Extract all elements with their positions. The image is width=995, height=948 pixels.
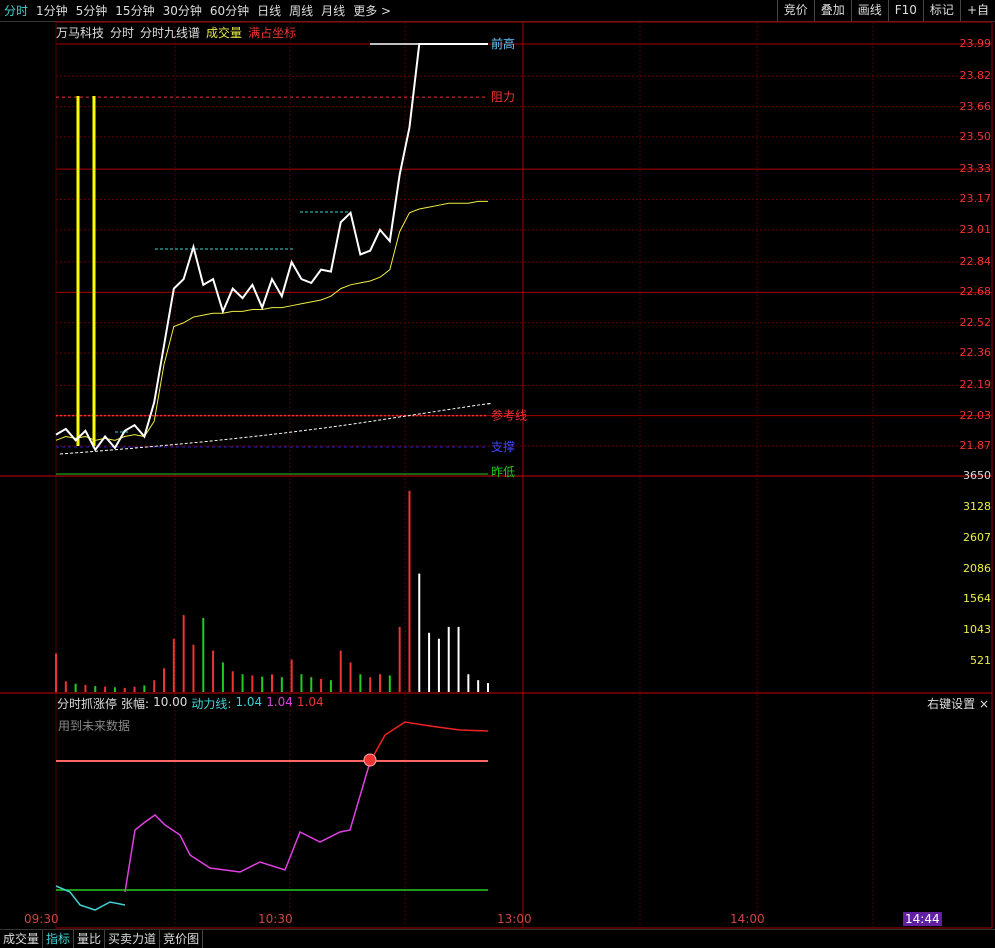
label-high: 前高 — [491, 36, 515, 51]
volume-tick: 2607 — [963, 530, 991, 544]
dl-value-2: 1.04 — [266, 695, 293, 709]
volume-tick: 2086 — [963, 561, 991, 575]
limit-signal-ball — [363, 753, 377, 767]
volume-tick: 1564 — [963, 592, 991, 606]
volume-tick: 521 — [970, 654, 991, 668]
volume-tick: 1043 — [963, 623, 991, 637]
price-tick: 23.01 — [959, 222, 992, 236]
price-tick: 22.36 — [959, 346, 992, 360]
chart-canvas[interactable]: 前高阻力参考线支撑昨低 — [0, 0, 995, 947]
price-tick: 22.03 — [959, 408, 992, 422]
tab-indicator[interactable]: 指标 — [43, 930, 75, 948]
price-tick: 23.17 — [959, 192, 992, 206]
price-tick: 22.52 — [959, 315, 992, 329]
label-ref: 参考线 — [491, 408, 527, 423]
price-tick: 23.66 — [959, 99, 992, 113]
label-resist: 阻力 — [491, 90, 515, 104]
x-tick-1400: 14:00 — [730, 912, 765, 926]
power-line-high — [369, 721, 489, 763]
dl-label: 动力线: — [191, 697, 232, 711]
label-low: 昨低 — [491, 465, 515, 479]
label-support: 支撑 — [491, 439, 515, 454]
price-tick: 23.33 — [959, 162, 992, 176]
indicator-name: 分时抓涨停 — [57, 697, 118, 711]
dl-value-3: 1.04 — [296, 695, 324, 709]
indicator-title: 分时抓涨停 张幅: 10.00 动力线: 1.04 1.04 1.04 — [57, 695, 324, 712]
price-line — [55, 43, 488, 452]
price-tick: 21.87 — [959, 439, 992, 452]
amp-label: 张幅: — [121, 697, 150, 711]
tab-auction-chart[interactable]: 竞价图 — [160, 930, 204, 948]
x-tick-1300: 13:00 — [497, 912, 532, 926]
future-data-note: 用到未来数据 — [58, 719, 131, 733]
price-tick: 23.50 — [959, 129, 992, 143]
bottom-tabs: 成交量 指标 量比 买卖力道 竞价图 — [0, 929, 995, 948]
tab-volume[interactable]: 成交量 — [0, 930, 44, 948]
price-tick: 22.84 — [959, 255, 992, 269]
tab-buy-sell-force[interactable]: 买卖力道 — [105, 930, 161, 948]
amp-value: 10.00 — [153, 695, 188, 709]
close-icon[interactable]: × — [979, 697, 989, 711]
price-tick: 23.99 — [959, 37, 992, 50]
price-tick: 22.68 — [959, 285, 992, 299]
tab-volume-ratio[interactable]: 量比 — [74, 930, 106, 948]
x-tick-1030: 10:30 — [258, 912, 293, 926]
dl-value-1: 1.04 — [235, 695, 263, 709]
volume-tick: 3128 — [963, 499, 991, 513]
right-click-settings[interactable]: 右键设置 × — [927, 695, 989, 712]
x-axis: 09:30 10:30 13:00 14:00 14:44 — [0, 912, 995, 926]
settings-label: 右键设置 — [927, 697, 976, 711]
volume-tick: 3650 — [963, 469, 991, 482]
x-tick-0930: 09:30 — [24, 912, 59, 926]
avg-line — [55, 200, 488, 441]
price-tick: 22.19 — [959, 378, 992, 392]
cursor-time-badge: 14:44 — [903, 912, 942, 926]
power-line-mid — [124, 761, 371, 893]
price-tick: 23.82 — [959, 69, 992, 83]
chart-frame — [55, 21, 993, 929]
